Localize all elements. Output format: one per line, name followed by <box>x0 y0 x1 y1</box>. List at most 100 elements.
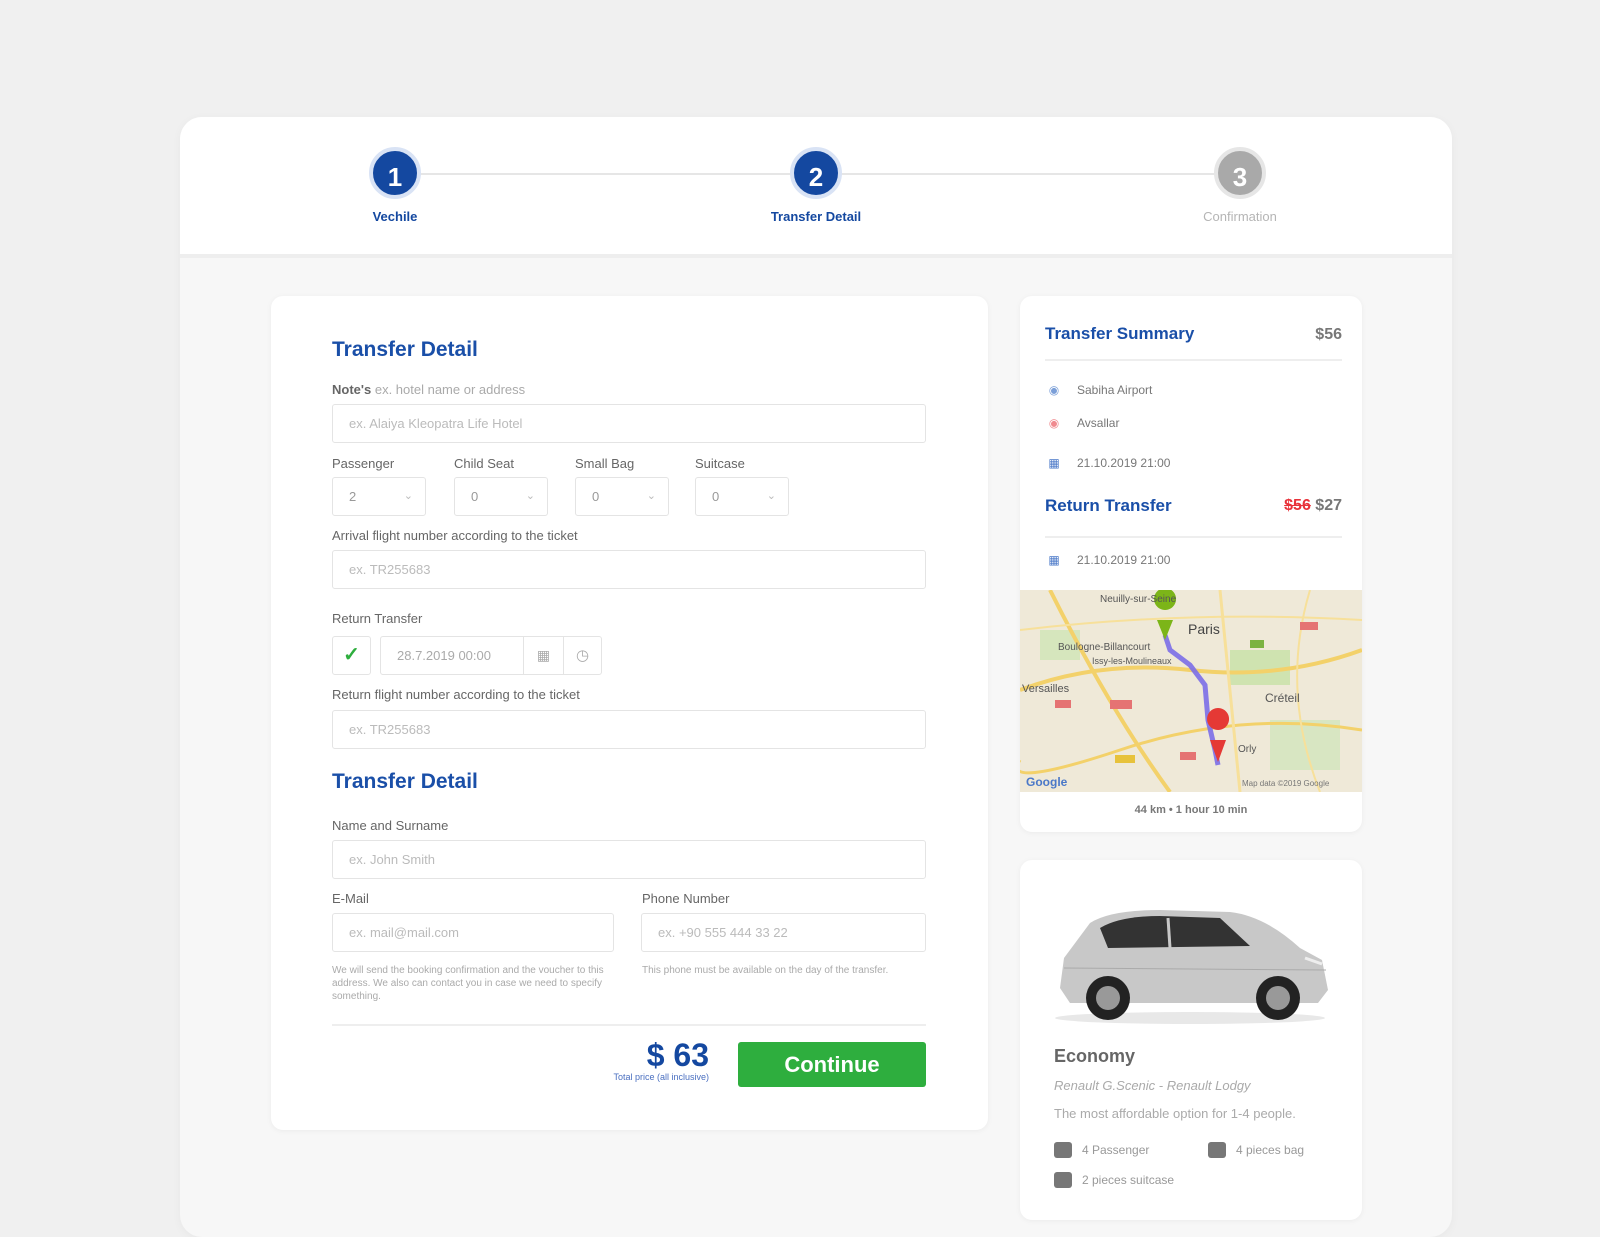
return-price: $56 $27 <box>1284 497 1342 515</box>
return-transfer-title: Return Transfer <box>1045 496 1172 515</box>
route-info: 44 km • 1 hour 10 min <box>1134 804 1248 816</box>
total-price-block: $ 63 Total price (all inclusive) <box>571 1038 709 1082</box>
select-value: 0 <box>712 489 720 504</box>
phone-help-text: This phone must be available on the day … <box>642 965 889 976</box>
select-value: 2 <box>349 489 357 504</box>
return-date: ▦ 21.10.2019 21:00 <box>1045 551 1170 569</box>
pickup-location: ◉ Sabiha Airport <box>1045 381 1153 399</box>
google-logo: Google <box>1026 775 1068 789</box>
phone-label: Phone Number <box>642 891 730 906</box>
new-price: $27 <box>1315 497 1342 514</box>
map-credit: Map data ©2019 Google <box>1242 779 1330 788</box>
chevron-down-icon: ⌄ <box>766 490 776 502</box>
phone-input[interactable]: ex. +90 555 444 33 22 <box>641 913 926 952</box>
calendar-icon: ▦ <box>1048 553 1060 567</box>
passenger-label: Passenger <box>332 456 395 471</box>
return-flight-input[interactable]: ex. TR255683 <box>332 710 926 749</box>
step-label: Vechile <box>372 209 418 224</box>
return-transfer-label: Return Transfer <box>332 611 423 626</box>
feature-text: 2 pieces suitcase <box>1082 1173 1175 1187</box>
chevron-down-icon: ⌄ <box>525 490 535 502</box>
map-label-issy: Issy-les-Moulineaux <box>1092 656 1172 666</box>
old-price: $56 <box>1284 497 1311 514</box>
step-number: 1 <box>369 147 421 199</box>
pin-icon: ◉ <box>1048 416 1060 430</box>
chevron-down-icon: ⌄ <box>646 490 656 502</box>
date-text: 21.10.2019 21:00 <box>1077 553 1171 567</box>
select-value: 0 <box>471 489 479 504</box>
arrival-flight-input[interactable]: ex. TR255683 <box>332 550 926 589</box>
suitcase-label: Suitcase <box>695 456 745 471</box>
checkmark-icon: ✓ <box>343 644 360 666</box>
vehicle-models: Renault G.Scenic - Renault Lodgy <box>1054 1078 1251 1093</box>
email-label: E-Mail <box>332 891 369 906</box>
car-image <box>1055 910 1328 1024</box>
notes-label: Note's ex. hotel name or address <box>332 382 525 397</box>
date-text: 21.10.2019 21:00 <box>1077 456 1171 470</box>
route-map[interactable]: Paris Neuilly-sur-Seine Boulogne-Billanc… <box>1020 590 1362 792</box>
step-transfer-detail[interactable]: 2 Transfer Detail <box>716 147 916 224</box>
arrival-flight-label: Arrival flight number according to the t… <box>332 528 578 543</box>
suitcase-select[interactable]: 0 ⌄ <box>695 477 789 516</box>
notes-hint: ex. hotel name or address <box>374 382 526 397</box>
divider <box>1045 536 1342 538</box>
summary-price: $56 <box>1315 326 1342 343</box>
step-vehicle[interactable]: 1 Vechile <box>295 147 495 224</box>
child-seat-select[interactable]: 0 ⌄ <box>454 477 548 516</box>
divider <box>332 1024 926 1026</box>
total-price-note: Total price (all inclusive) <box>613 1072 709 1082</box>
clock-icon[interactable]: ◷ <box>563 637 601 674</box>
return-datetime-value: 28.7.2019 00:00 <box>397 648 491 663</box>
calendar-icon: ▦ <box>1048 456 1060 470</box>
continue-button[interactable]: Continue <box>738 1042 926 1087</box>
map-label-boulogne: Boulogne-Billancourt <box>1058 642 1151 653</box>
child-seat-label: Child Seat <box>454 456 514 471</box>
step-confirmation[interactable]: 3 Confirmation <box>1140 147 1340 224</box>
passenger-select[interactable]: 2 ⌄ <box>332 477 426 516</box>
map-label-creteil: Créteil <box>1265 691 1300 705</box>
map-label-neuilly: Neuilly-sur-Seine <box>1100 594 1177 605</box>
transfer-date: ▦ 21.10.2019 21:00 <box>1045 454 1170 472</box>
calendar-icon[interactable]: ▦ <box>523 637 563 674</box>
step-number: 2 <box>790 147 842 199</box>
email-help-text: We will send the booking confirmation an… <box>332 965 604 1002</box>
feature-suitcases: 2 pieces suitcase <box>1054 1172 1174 1188</box>
small-bag-select[interactable]: 0 ⌄ <box>575 477 669 516</box>
return-transfer-checkbox[interactable]: ✓ <box>332 636 371 675</box>
notes-label-text: Note's <box>332 382 372 397</box>
bag-icon <box>1208 1142 1226 1158</box>
transfer-summary-card: Transfer Summary $56 ◉ Sabiha Airport ◉ Av… <box>1020 296 1362 832</box>
map-label-paris: Paris <box>1188 621 1220 637</box>
return-flight-label: Return flight number according to the ti… <box>332 687 580 702</box>
name-input[interactable]: ex. John Smith <box>332 840 926 879</box>
feature-passengers: 4 Passenger <box>1054 1142 1149 1158</box>
select-value: 0 <box>592 489 600 504</box>
name-label: Name and Surname <box>332 818 449 833</box>
vehicle-card: Economy Renault G.Scenic - Renault Lodgy… <box>1020 860 1362 1220</box>
pickup-text: Sabiha Airport <box>1077 383 1153 397</box>
suitcase-icon <box>1054 1172 1072 1188</box>
contact-title: Transfer Detail <box>332 770 478 793</box>
step-number: 3 <box>1214 147 1266 199</box>
feature-text: 4 pieces bag <box>1236 1143 1305 1157</box>
step-label: Confirmation <box>1203 209 1277 224</box>
feature-text: 4 Passenger <box>1082 1143 1150 1157</box>
divider <box>1045 359 1342 361</box>
map-label-orly: Orly <box>1238 744 1256 755</box>
feature-bags: 4 pieces bag <box>1208 1142 1304 1158</box>
chevron-down-icon: ⌄ <box>403 490 413 502</box>
map-label-versailles: Versailles <box>1022 683 1070 695</box>
small-bag-label: Small Bag <box>575 456 635 471</box>
notes-input[interactable]: ex. Alaiya Kleopatra Life Hotel <box>332 404 926 443</box>
form-title: Transfer Detail <box>332 338 478 361</box>
vehicle-class: Economy <box>1054 1046 1136 1066</box>
total-price: $ 63 <box>646 1037 709 1073</box>
email-input[interactable]: ex. mail@mail.com <box>332 913 614 952</box>
summary-title: Transfer Summary <box>1045 324 1195 343</box>
pin-icon: ◉ <box>1048 383 1060 397</box>
passengers-icon <box>1054 1142 1072 1158</box>
vehicle-description: The most affordable option for 1-4 peopl… <box>1054 1106 1296 1121</box>
dropoff-text: Avsallar <box>1077 416 1120 430</box>
progress-stepper: 1 Vechile 2 Transfer Detail 3 Confirmati… <box>180 117 1452 258</box>
transfer-form-card: Transfer Detail Note's ex. hotel name or… <box>271 296 988 1130</box>
